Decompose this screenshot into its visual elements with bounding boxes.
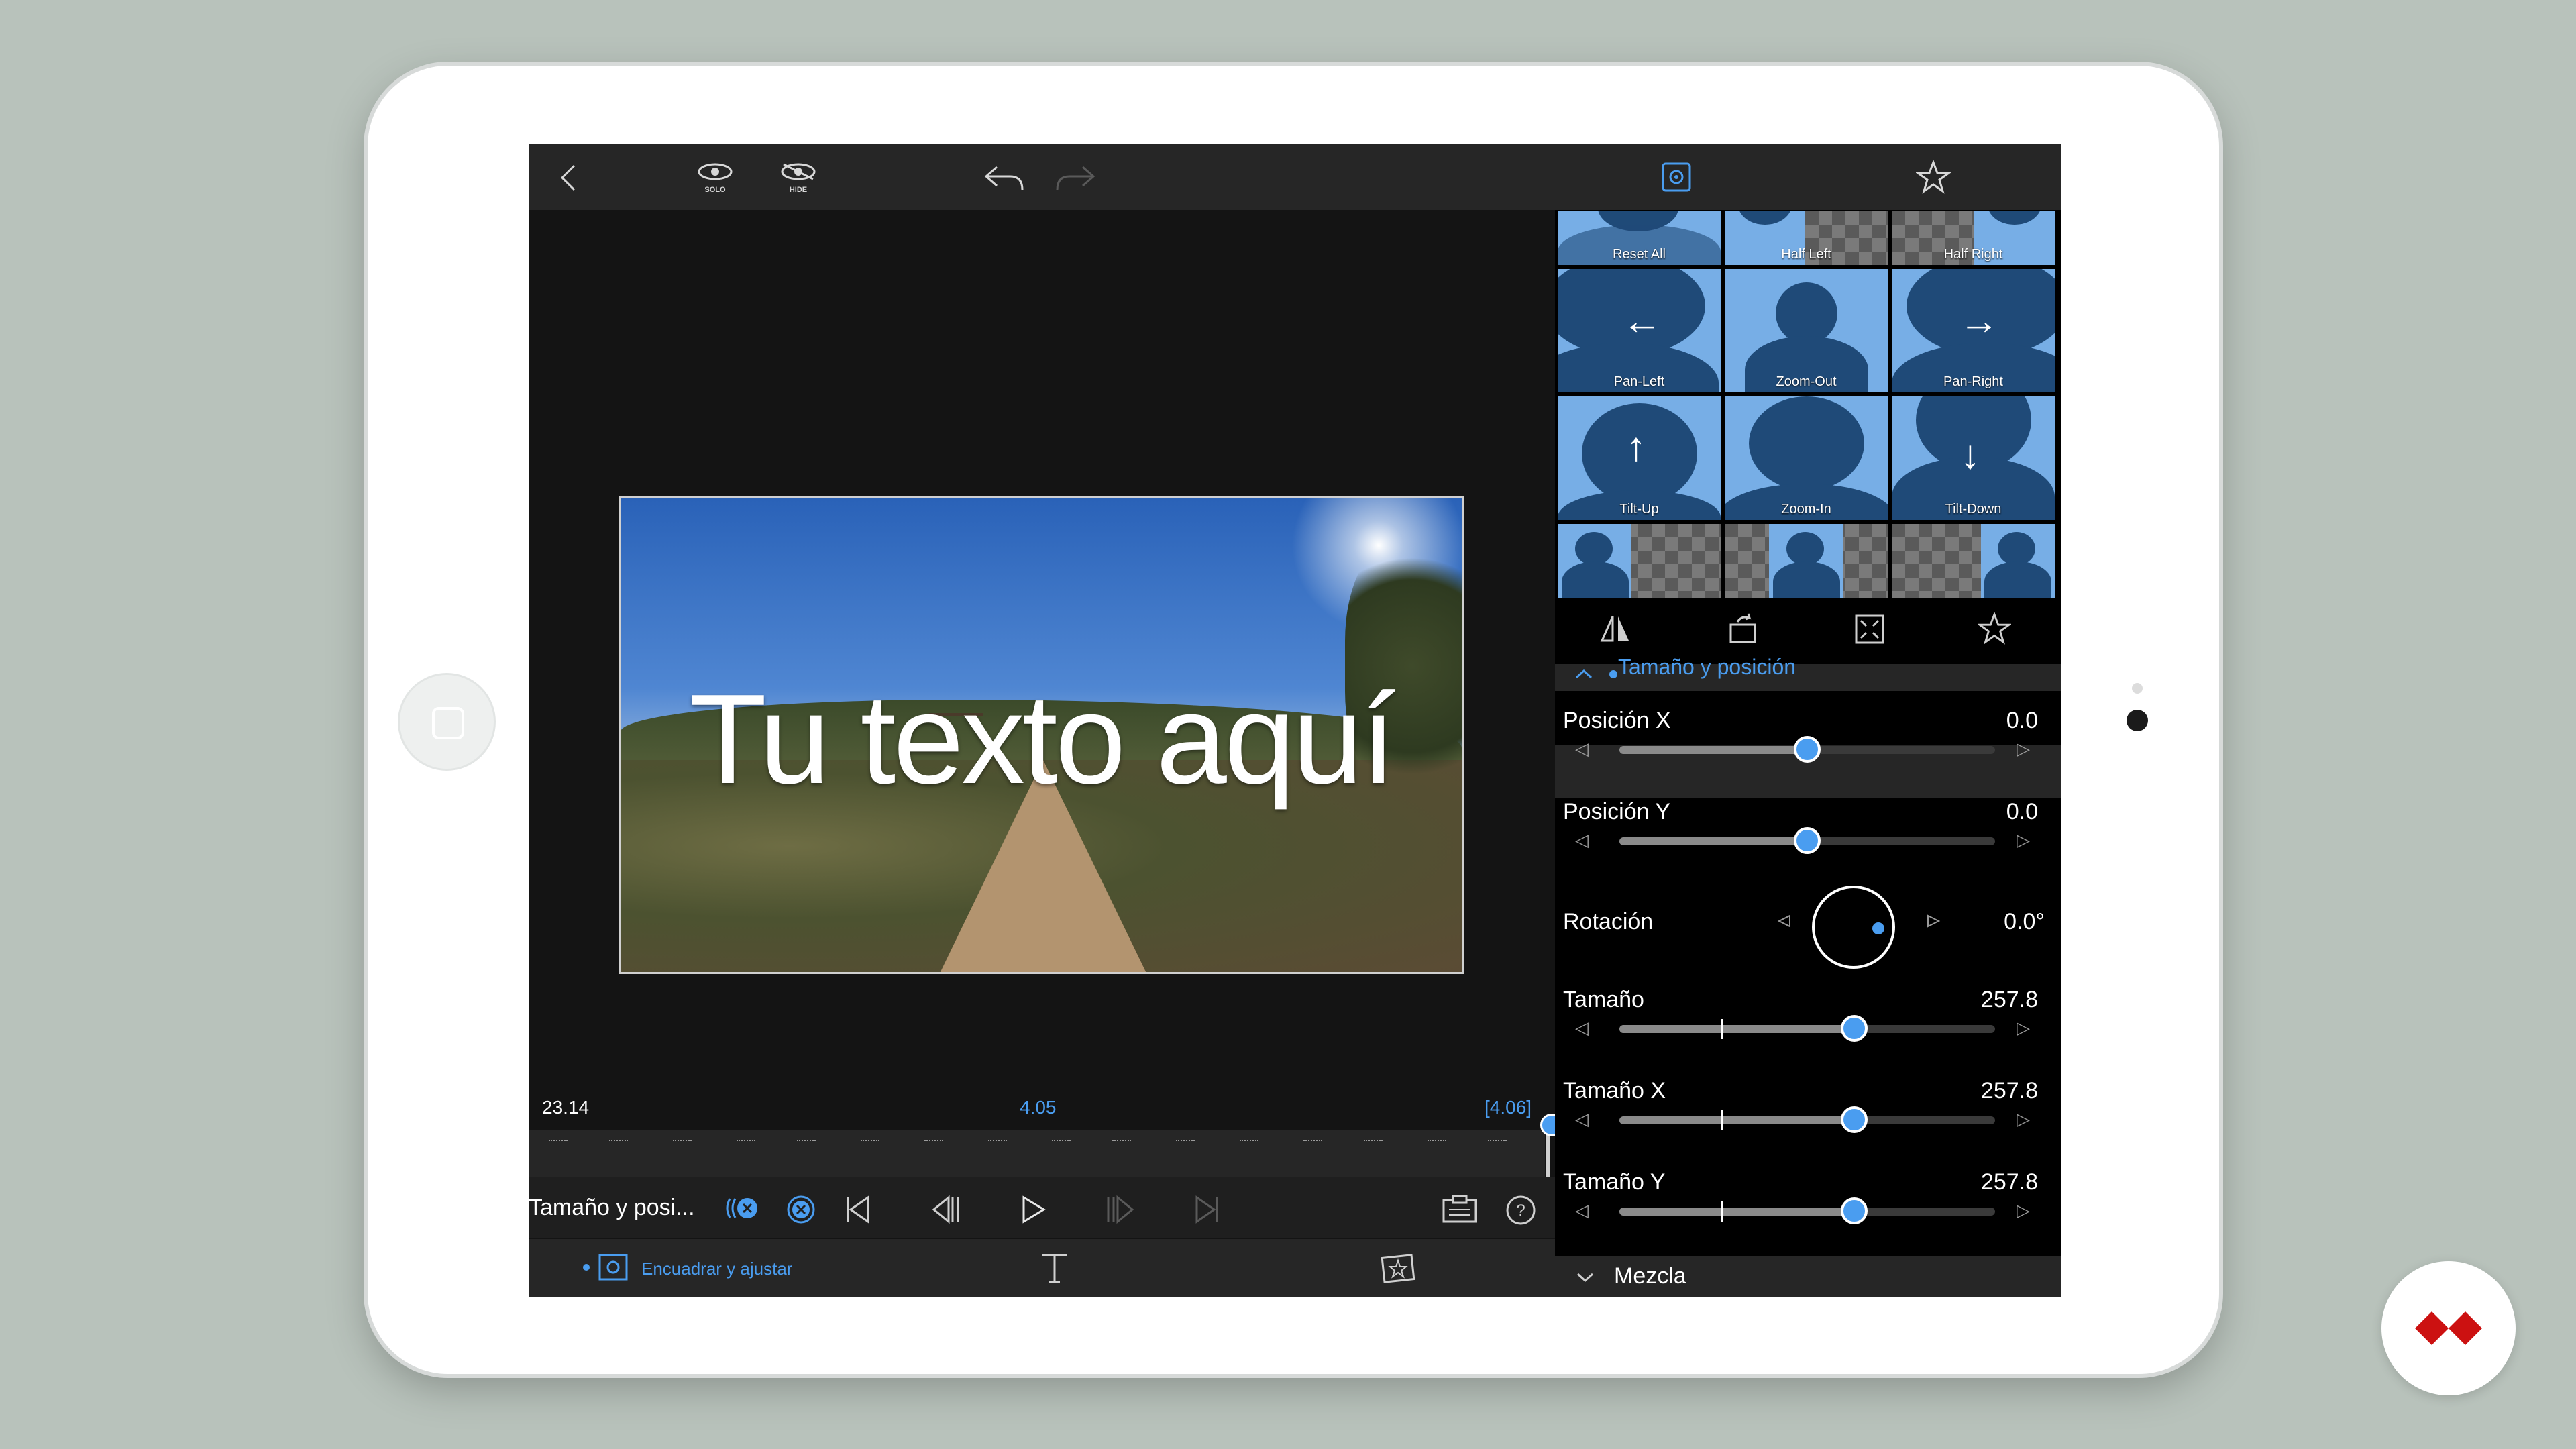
- size-y-value: 257.8: [1980, 1169, 2038, 1195]
- front-camera: [2127, 710, 2148, 731]
- fit-adjust-icon[interactable]: [582, 1252, 631, 1285]
- size-thumb[interactable]: [1841, 1015, 1868, 1042]
- keyframe-remove-icon[interactable]: [786, 1195, 816, 1228]
- size-y-decrement-icon[interactable]: ◁: [1575, 1200, 1589, 1221]
- keyframe-target-icon[interactable]: [1661, 162, 1692, 193]
- prev-keyframe-icon[interactable]: [931, 1195, 961, 1228]
- size-label: Tamaño: [1563, 987, 1644, 1012]
- keyframe-add-icon[interactable]: [723, 1195, 761, 1225]
- back-chevron-icon[interactable]: [555, 163, 582, 193]
- pos-y-label: Posición Y: [1563, 799, 1671, 824]
- pos-x-value: 0.0: [2006, 708, 2038, 733]
- size-y-label: Tamaño Y: [1563, 1169, 1666, 1195]
- size-x-decrement-icon[interactable]: ◁: [1575, 1109, 1589, 1130]
- timecode-right: [4.06]: [1485, 1097, 1532, 1118]
- hide-label: HIDE: [789, 186, 808, 194]
- size-x-value: 257.8: [1980, 1078, 2038, 1104]
- timecode-center: 4.05: [1020, 1097, 1057, 1118]
- video-preview[interactable]: Tu texto aquí: [619, 496, 1464, 974]
- pos-y-decrement-icon[interactable]: ◁: [1575, 830, 1589, 851]
- pos-y-value: 0.0: [2006, 799, 2038, 824]
- solo-label: SOLO: [704, 186, 726, 194]
- favorite-star-icon[interactable]: [1916, 160, 1951, 194]
- size-decrement-icon[interactable]: ◁: [1575, 1018, 1589, 1038]
- preset-zoom-out[interactable]: Zoom-Out: [1725, 269, 1888, 392]
- fit-frame-icon[interactable]: [1854, 614, 1885, 648]
- preset-pan-right[interactable]: → Pan-Right: [1892, 269, 2055, 392]
- preset-pan-left[interactable]: ← Pan-Left: [1558, 269, 1721, 392]
- fit-adjust-label[interactable]: Encuadrar y ajustar: [641, 1258, 792, 1279]
- size-value: 257.8: [1980, 987, 2038, 1012]
- next-keyframe-icon[interactable]: [1106, 1195, 1135, 1228]
- pos-x-decrement-icon[interactable]: ◁: [1575, 739, 1589, 759]
- size-y-thumb[interactable]: [1841, 1197, 1868, 1224]
- skip-end-icon[interactable]: [1193, 1195, 1222, 1228]
- rotate-right-icon[interactable]: [1924, 912, 1944, 935]
- rotate-left-icon[interactable]: [1774, 912, 1794, 935]
- pos-y-thumb[interactable]: [1794, 827, 1821, 854]
- timeline-strip[interactable]: [529, 1130, 1545, 1177]
- pos-x-increment-icon[interactable]: ▷: [2017, 739, 2030, 759]
- size-increment-icon[interactable]: ▷: [2017, 1018, 2030, 1038]
- timecode-left: 23.14: [542, 1097, 590, 1118]
- svg-text:?: ?: [1516, 1201, 1525, 1220]
- preset-zoom-in[interactable]: Zoom-In: [1725, 396, 1888, 520]
- help-icon[interactable]: ?: [1505, 1195, 1536, 1229]
- size-x-default-mark: [1721, 1110, 1723, 1130]
- section-header-mezcla[interactable]: Mezcla: [1555, 1256, 2061, 1297]
- rotate-canvas-icon[interactable]: [1728, 612, 1760, 648]
- play-icon[interactable]: [1018, 1195, 1048, 1228]
- size-y-increment-icon[interactable]: ▷: [2017, 1200, 2030, 1221]
- home-button[interactable]: [398, 673, 496, 771]
- preset-quarter-right[interactable]: [1892, 524, 2055, 598]
- undo-icon[interactable]: [982, 163, 1025, 193]
- flip-icon[interactable]: [1599, 614, 1631, 647]
- preset-tilt-down[interactable]: ↓ Tilt-Down: [1892, 396, 2055, 520]
- arrow-left-icon: ←: [1622, 298, 1662, 343]
- brand-logo: [2381, 1261, 2516, 1395]
- skip-start-icon[interactable]: [843, 1195, 872, 1228]
- size-default-mark: [1721, 1019, 1723, 1039]
- preset-tilt-up[interactable]: ↑ Tilt-Up: [1558, 396, 1721, 520]
- rotation-label: Rotación: [1563, 909, 1654, 934]
- section-title: Tamaño y posición: [1618, 655, 1796, 679]
- solo-eye-icon[interactable]: [696, 162, 734, 182]
- clipboard-icon[interactable]: [1441, 1195, 1479, 1228]
- size-x-thumb[interactable]: [1841, 1106, 1868, 1133]
- pos-y-increment-icon[interactable]: ▷: [2017, 830, 2030, 851]
- arrow-up-icon: ↑: [1626, 424, 1646, 469]
- size-x-increment-icon[interactable]: ▷: [2017, 1109, 2030, 1130]
- redo-icon[interactable]: [1055, 163, 1097, 193]
- preset-reset-all[interactable]: Reset All: [1558, 211, 1721, 265]
- size-x-label: Tamaño X: [1563, 1078, 1666, 1104]
- preset-star-icon[interactable]: [1976, 611, 2012, 648]
- ambient-sensor: [2132, 683, 2143, 694]
- arrow-down-icon: ↓: [1960, 432, 1980, 477]
- section-header-size-position[interactable]: Tamaño y posición: [1555, 655, 2061, 691]
- preset-quarter-left[interactable]: [1558, 524, 1721, 598]
- rotation-dial[interactable]: [1810, 883, 1897, 974]
- top-toolbar: SOLO HIDE: [529, 144, 2061, 210]
- size-y-default-mark: [1721, 1201, 1723, 1222]
- mezcla-label: Mezcla: [1614, 1263, 1686, 1289]
- overlay-text[interactable]: Tu texto aquí: [621, 666, 1462, 812]
- text-tool-icon[interactable]: [1040, 1252, 1069, 1288]
- arrow-right-icon: →: [1959, 298, 1999, 343]
- current-effect-label: Tamaño y posi...: [529, 1195, 695, 1220]
- app-screen: SOLO HIDE Tu texto aquí 23.14 4.05 [4.06…: [529, 144, 2061, 1297]
- preset-quarter-center[interactable]: [1725, 524, 1888, 598]
- rotation-value: 0.0°: [2004, 909, 2045, 934]
- preset-half-right[interactable]: Half Right: [1892, 211, 2055, 265]
- pos-x-thumb[interactable]: [1794, 736, 1821, 763]
- hide-eye-icon[interactable]: [780, 162, 817, 182]
- pos-x-label: Posición X: [1563, 708, 1671, 733]
- preset-half-left[interactable]: Half Left: [1725, 211, 1888, 265]
- effects-tool-icon[interactable]: [1379, 1252, 1417, 1288]
